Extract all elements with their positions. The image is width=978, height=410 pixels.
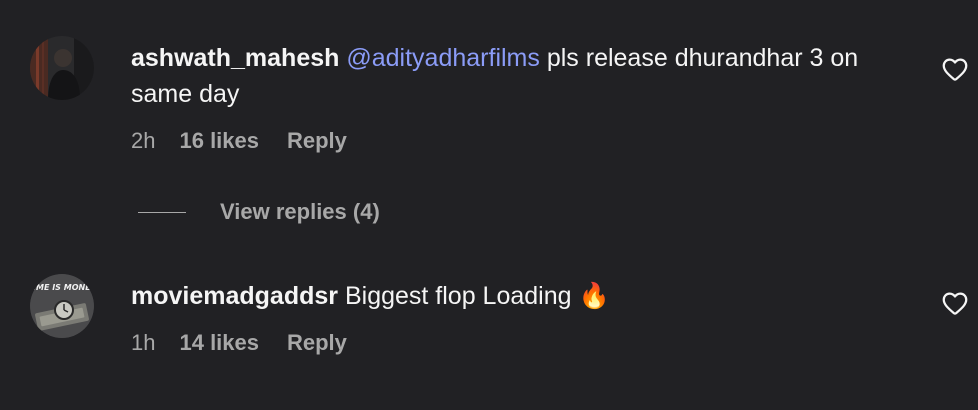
avatar-text: TIME IS MONEY <box>30 283 94 292</box>
likes-count[interactable]: 14 likes <box>179 328 259 358</box>
comment-meta: 1h 14 likes Reply <box>131 328 921 358</box>
reply-button[interactable]: Reply <box>287 328 347 358</box>
comment-meta: 2h 16 likes Reply <box>131 126 921 156</box>
likes-count[interactable]: 16 likes <box>179 126 259 156</box>
like-button[interactable] <box>940 54 970 84</box>
heart-outline-icon <box>942 292 968 315</box>
view-replies-label: View replies (4) <box>220 199 380 224</box>
heart-outline-icon <box>942 58 968 81</box>
replies-divider-line <box>138 211 186 213</box>
like-button[interactable] <box>940 288 970 318</box>
username-link[interactable]: moviemadgaddsr <box>131 282 338 310</box>
timestamp[interactable]: 1h <box>131 328 155 358</box>
avatar[interactable] <box>30 36 94 100</box>
fire-emoji-icon: 🔥 <box>578 282 610 310</box>
username-link[interactable]: ashwath_mahesh <box>131 44 339 72</box>
comment-body: ashwath_mahesh @adityadharfilms pls rele… <box>131 40 921 156</box>
reply-button[interactable]: Reply <box>287 126 347 156</box>
comment-text: ashwath_mahesh @adityadharfilms pls rele… <box>131 40 921 112</box>
user-photo-avatar-icon <box>30 36 94 100</box>
comment-message: Biggest flop Loading <box>344 282 572 310</box>
comment-text: moviemadgaddsr Biggest flop Loading 🔥 <box>131 278 921 314</box>
comment-body: moviemadgaddsr Biggest flop Loading 🔥 1h… <box>131 278 921 358</box>
avatar[interactable]: TIME IS MONEY <box>30 274 94 338</box>
time-is-money-avatar-icon: TIME IS MONEY <box>30 274 94 338</box>
mention-link[interactable]: @adityadharfilms <box>346 44 540 72</box>
view-replies-button[interactable]: View replies (4) <box>138 197 380 227</box>
timestamp[interactable]: 2h <box>131 126 155 156</box>
